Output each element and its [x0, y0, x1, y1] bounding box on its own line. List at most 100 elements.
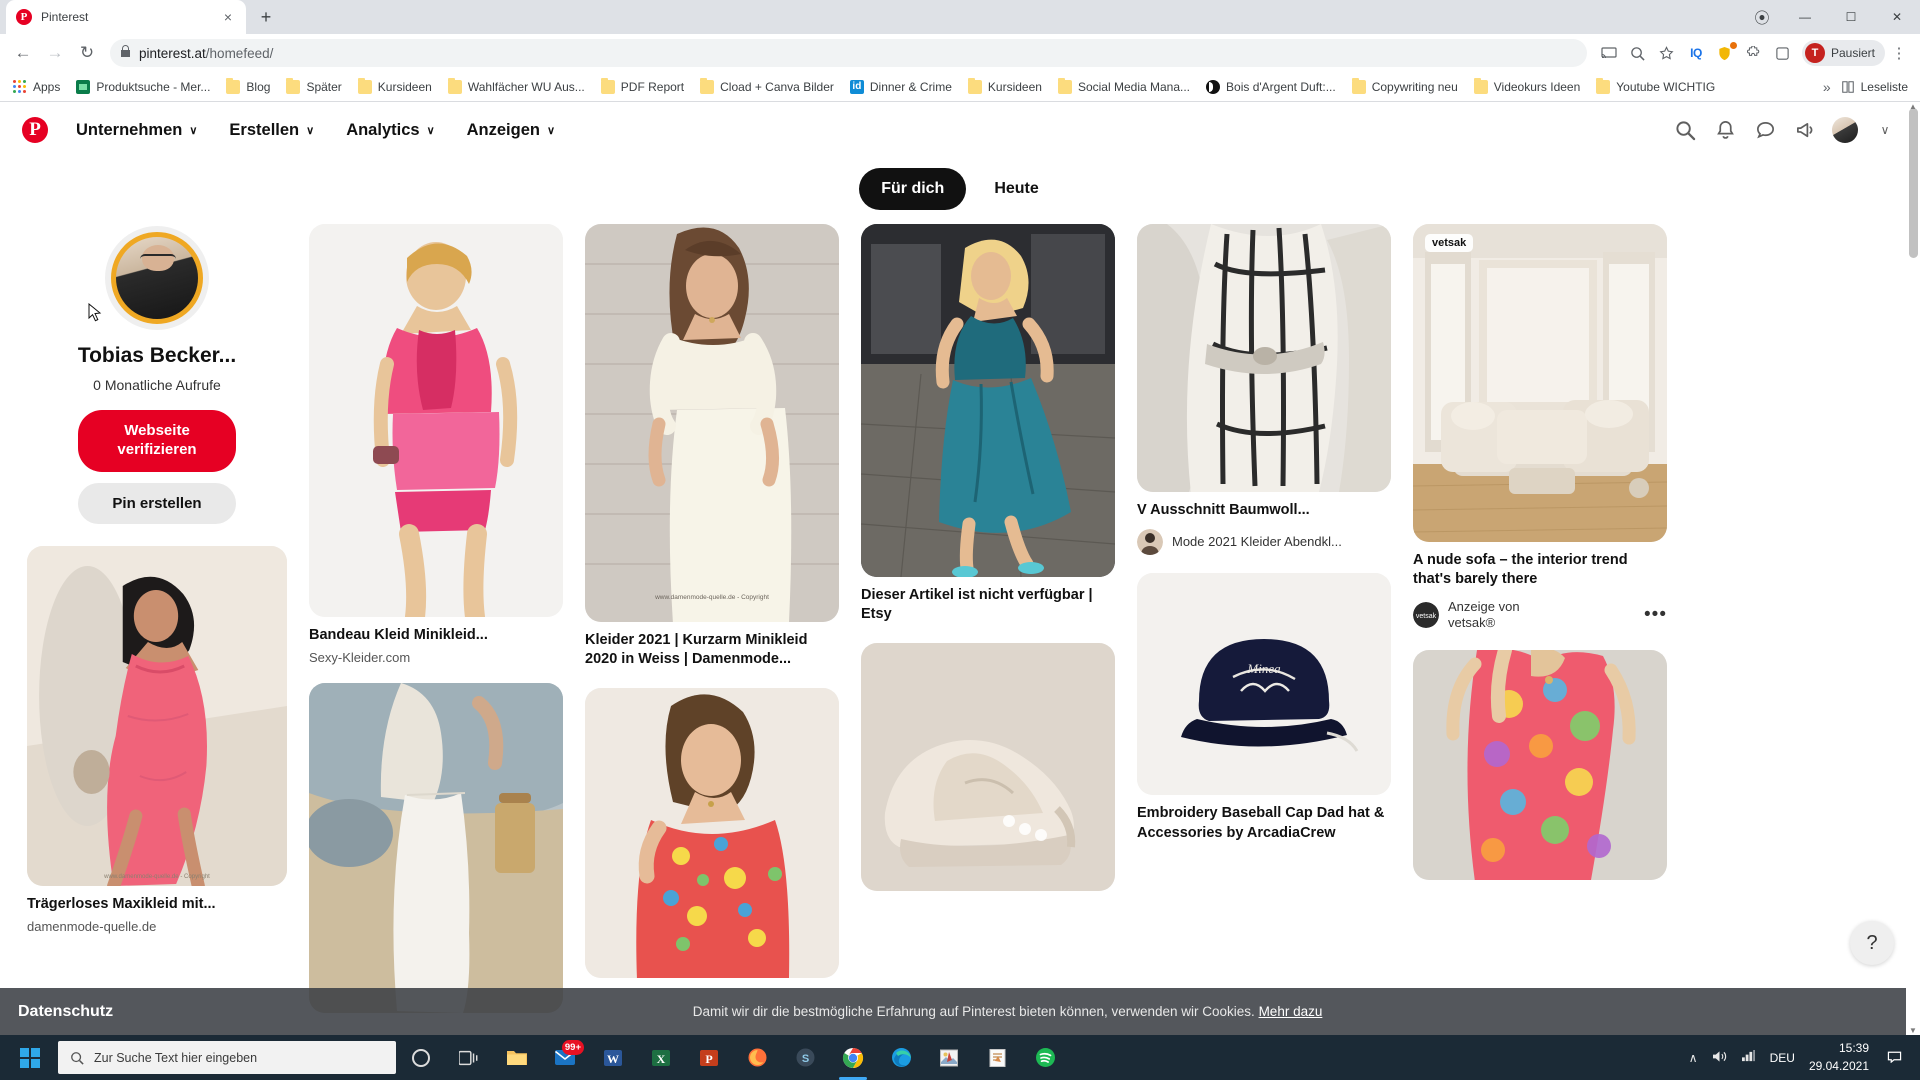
cookie-more-link[interactable]: Mehr dazu [1259, 1004, 1323, 1019]
pin-image[interactable] [309, 224, 563, 617]
bookmark-videokurs[interactable]: Videokurs Ideen [1467, 77, 1588, 97]
pin-card[interactable]: www.damenmode-quelle.de - Copyright Klei… [585, 224, 839, 670]
reading-list-button[interactable]: Leseliste [1841, 80, 1908, 94]
pin-image[interactable] [309, 683, 563, 1014]
search-icon[interactable] [1672, 117, 1698, 143]
pin-image[interactable]: www.damenmode-quelle.de - Copyright [585, 224, 839, 622]
back-icon[interactable]: ← [8, 38, 38, 68]
megaphone-icon[interactable] [1792, 117, 1818, 143]
create-pin-button[interactable]: Pin erstellen [78, 482, 236, 524]
chat-icon[interactable] [1752, 117, 1778, 143]
close-window-button[interactable]: ✕ [1874, 0, 1920, 34]
browser-tab[interactable]: P Pinterest × [6, 0, 246, 34]
pin-card[interactable]: Dieser Artikel ist nicht verfügbar | Ets… [861, 224, 1115, 625]
pin-card[interactable]: Bandeau Kleid Minikleid... Sexy-Kleider.… [309, 224, 563, 665]
minimize-button[interactable]: — [1782, 0, 1828, 34]
bookmark-produktsuche[interactable]: Produktsuche - Mer... [69, 77, 217, 97]
pin-card[interactable] [309, 683, 563, 1014]
address-bar[interactable]: pinterest.at/homefeed/ [110, 39, 1587, 67]
photos-icon[interactable] [926, 1035, 972, 1080]
verify-website-button[interactable]: Webseite verifizieren [78, 410, 236, 472]
notifications-icon[interactable] [1887, 1049, 1902, 1066]
pinterest-logo-icon[interactable]: P [22, 117, 48, 143]
bookmark-spaeter[interactable]: Später [279, 77, 348, 97]
pin-card[interactable]: V Ausschnitt Baumwoll... Mode 2021 Kleid… [1137, 224, 1391, 556]
cortana-icon[interactable] [398, 1035, 444, 1080]
pin-card[interactable] [585, 687, 839, 978]
search-input[interactable]: Zur Suche Text hier eingeben [58, 1041, 396, 1074]
chevron-up-icon[interactable]: ∧ [1689, 1051, 1698, 1065]
pin-card[interactable] [1413, 650, 1667, 881]
maximize-button[interactable]: ☐ [1828, 0, 1874, 34]
firefox-icon[interactable] [734, 1035, 780, 1080]
word-icon[interactable]: W [590, 1035, 636, 1080]
profile-avatar-wrap[interactable] [105, 226, 209, 330]
bookmark-youtube[interactable]: Youtube WICHTIG [1589, 77, 1722, 97]
windows-start-icon[interactable] [6, 1035, 54, 1080]
pin-attribution[interactable]: Mode 2021 Kleider Abendkl... [1137, 529, 1391, 556]
pin-card[interactable] [861, 642, 1115, 891]
scroll-up-icon[interactable]: ▲ [1909, 102, 1917, 111]
shield-icon[interactable] [1711, 39, 1739, 67]
chevron-right-icon[interactable]: » [1823, 79, 1831, 95]
clock[interactable]: 15:39 29.04.2021 [1809, 1040, 1869, 1075]
bookmark-blog[interactable]: Blog [219, 77, 277, 97]
new-tab-button[interactable]: + [252, 3, 280, 31]
page-scrollbar[interactable]: ▲ ▼ [1906, 102, 1920, 1035]
extension-badge-icon[interactable]: ⦿ [1742, 0, 1782, 34]
extension-puzzle-icon[interactable] [1740, 39, 1768, 67]
bookmark-star-icon[interactable] [1653, 39, 1681, 67]
nav-analytics[interactable]: Analytics ∨ [332, 112, 448, 149]
pin-image[interactable] [861, 642, 1115, 891]
chrome-icon[interactable] [830, 1035, 876, 1080]
edge-icon[interactable] [878, 1035, 924, 1080]
pin-image[interactable]: www.damenmode-quelle.de - Copyright [27, 545, 287, 886]
bookmark-bois-dargent[interactable]: Bois d'Argent Duft:... [1199, 77, 1343, 97]
help-button[interactable]: ? [1850, 921, 1894, 965]
chrome-menu-icon[interactable]: ⋮ [1886, 39, 1912, 67]
mail-icon[interactable]: 99+ [542, 1035, 588, 1080]
cast-icon[interactable] [1595, 39, 1623, 67]
nav-unternehmen[interactable]: Unternehmen ∨ [62, 112, 211, 149]
pin-image[interactable] [1137, 224, 1391, 492]
volume-icon[interactable] [1712, 1050, 1727, 1066]
zoom-icon[interactable] [1624, 39, 1652, 67]
reload-icon[interactable]: ↻ [72, 38, 102, 68]
task-view-icon[interactable] [446, 1035, 492, 1080]
pin-image[interactable] [861, 224, 1115, 577]
iq-extension-icon[interactable]: IQ [1682, 39, 1710, 67]
bookmark-kursideen-2[interactable]: Kursideen [961, 77, 1049, 97]
reader-icon[interactable] [974, 1035, 1020, 1080]
pin-card[interactable]: Minea Embroidery Baseball Cap Dad hat & … [1137, 573, 1391, 843]
network-icon[interactable] [1741, 1049, 1756, 1066]
pin-card[interactable]: www.damenmode-quelle.de - Copyright Träg… [27, 545, 287, 934]
excel-icon[interactable]: X [638, 1035, 684, 1080]
skype-icon[interactable]: S [782, 1035, 828, 1080]
bookmark-dinner-crime[interactable]: id Dinner & Crime [843, 77, 959, 97]
pin-image[interactable]: vetsak [1413, 224, 1667, 542]
pin-image[interactable] [585, 687, 839, 978]
spotify-icon[interactable] [1022, 1035, 1068, 1080]
bookmark-kursideen-1[interactable]: Kursideen [351, 77, 439, 97]
more-options-icon[interactable]: ••• [1644, 604, 1667, 626]
account-avatar[interactable] [1832, 117, 1858, 143]
tab-heute[interactable]: Heute [972, 168, 1060, 210]
tab-fuer-dich[interactable]: Für dich [859, 168, 967, 210]
bell-icon[interactable] [1712, 117, 1738, 143]
pin-card[interactable]: vetsak A nude sofa – the interior trend … [1413, 224, 1667, 632]
pin-image[interactable] [1413, 650, 1667, 881]
scroll-down-icon[interactable]: ▼ [1909, 1026, 1917, 1035]
bookmark-apps[interactable]: Apps [6, 77, 67, 97]
close-icon[interactable]: × [220, 8, 236, 26]
scrollbar-thumb[interactable] [1909, 108, 1918, 258]
forward-icon[interactable]: → [40, 38, 70, 68]
language-indicator[interactable]: DEU [1770, 1051, 1795, 1065]
file-explorer-icon[interactable] [494, 1035, 540, 1080]
bookmark-pdf-report[interactable]: PDF Report [594, 77, 691, 97]
bookmark-wahlfaecher[interactable]: Wahlfächer WU Aus... [441, 77, 592, 97]
chevron-down-icon[interactable]: ∨ [1872, 117, 1898, 143]
nav-erstellen[interactable]: Erstellen ∨ [215, 112, 328, 149]
bookmark-social-media[interactable]: Social Media Mana... [1051, 77, 1197, 97]
powerpoint-icon[interactable]: P [686, 1035, 732, 1080]
pin-image[interactable]: Minea [1137, 573, 1391, 796]
